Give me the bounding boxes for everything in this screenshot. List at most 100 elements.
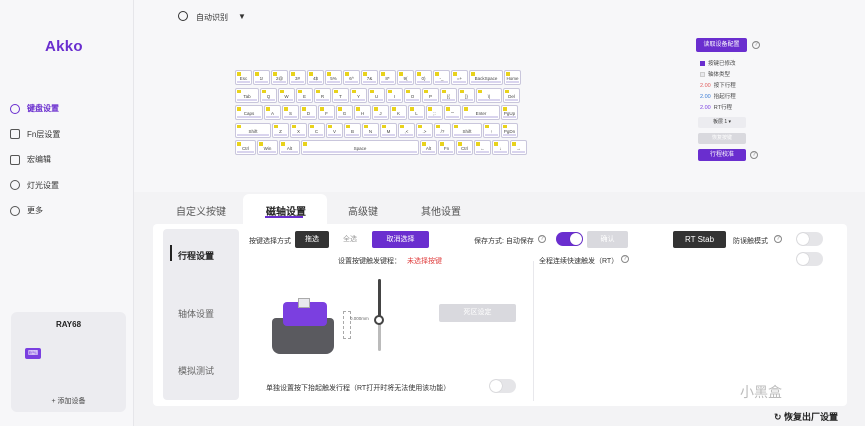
key[interactable]: Esc (235, 70, 252, 85)
key[interactable]: PgDn (501, 122, 518, 138)
key[interactable]: 9( (397, 70, 414, 85)
key[interactable]: -_ (433, 70, 450, 85)
key[interactable]: 3# (289, 70, 306, 85)
tab-advanced-keys[interactable]: 高级键 (348, 203, 378, 218)
travel-slider-handle[interactable] (374, 315, 384, 325)
help-icon[interactable]: ? (538, 235, 546, 243)
key[interactable]: D (300, 105, 317, 120)
help-icon[interactable]: ? (750, 151, 758, 159)
sidebar-item-lighting[interactable]: 灯光设置 (10, 173, 60, 199)
key[interactable]: ,< (398, 122, 415, 138)
key[interactable]: S (282, 105, 299, 120)
key[interactable]: /? (434, 122, 451, 138)
key[interactable]: 6^ (343, 70, 360, 85)
key[interactable]: B (344, 122, 361, 138)
key[interactable]: Alt (279, 140, 300, 155)
key[interactable]: M (380, 122, 397, 138)
key[interactable]: Tab (235, 87, 259, 103)
key[interactable]: 4$ (307, 70, 324, 85)
language-selector[interactable]: 自动识别 (196, 12, 228, 23)
factory-reset-button[interactable]: ↻ 恢复出厂设置 (774, 410, 838, 423)
subnav-travel[interactable]: 行程设置 (178, 249, 214, 262)
auto-save-toggle[interactable] (556, 232, 583, 246)
key[interactable]: Win (257, 140, 278, 155)
key[interactable]: C (308, 122, 325, 138)
sidebar-item-macro[interactable]: 宏编辑 (10, 147, 60, 173)
key[interactable]: O (404, 87, 421, 103)
confirm-button[interactable]: 确认 (587, 231, 628, 248)
key[interactable]: 0) (415, 70, 432, 85)
key[interactable]: 2@ (271, 70, 288, 85)
key[interactable]: T (332, 87, 349, 103)
key[interactable]: J (372, 105, 389, 120)
key[interactable]: K (390, 105, 407, 120)
cancel-select-button[interactable]: 取消选择 (372, 231, 429, 248)
caret-down-icon[interactable]: ▼ (238, 12, 246, 21)
key[interactable]: V (326, 122, 343, 138)
key[interactable]: U (368, 87, 385, 103)
key[interactable]: 8* (379, 70, 396, 85)
key[interactable]: Shift (452, 122, 482, 138)
anti-mistouch-toggle[interactable] (796, 232, 823, 246)
key[interactable]: '" (444, 105, 461, 120)
key[interactable]: Del (503, 87, 520, 103)
rt-continuous-toggle[interactable] (796, 252, 823, 266)
key[interactable]: \| (476, 87, 502, 103)
key[interactable]: Shift (235, 122, 271, 138)
key[interactable]: 5% (325, 70, 342, 85)
key[interactable]: L (408, 105, 425, 120)
key[interactable]: Y (350, 87, 367, 103)
key[interactable]: Q (260, 87, 277, 103)
device-card[interactable]: RAY68 ⌨ + 添加设备 (11, 312, 126, 412)
rt-stab-button[interactable]: RT Stab (673, 231, 726, 248)
key[interactable]: .> (416, 122, 433, 138)
layer-select[interactable]: 板层 1 ▾ (698, 117, 746, 128)
key[interactable]: Z (272, 122, 289, 138)
key[interactable]: =+ (451, 70, 468, 85)
key[interactable]: Ctrl (456, 140, 473, 155)
calibrate-button[interactable]: 行程校准 (698, 149, 746, 161)
select-all-button[interactable]: 全选 (335, 231, 365, 248)
subnav-switch[interactable]: 轴体设置 (178, 307, 214, 320)
key[interactable]: → (510, 140, 527, 155)
key[interactable]: Fn (438, 140, 455, 155)
key[interactable]: A (264, 105, 281, 120)
key[interactable]: BackSpace (469, 70, 503, 85)
key[interactable]: X (290, 122, 307, 138)
help-icon[interactable]: ? (774, 235, 782, 243)
sidebar-item-fn-layer[interactable]: Fn层设置 (10, 122, 60, 148)
key[interactable]: ;: (426, 105, 443, 120)
key[interactable]: G (336, 105, 353, 120)
separate-lift-toggle[interactable] (489, 379, 516, 393)
add-device-button[interactable]: + 添加设备 (11, 396, 126, 406)
key[interactable]: E (296, 87, 313, 103)
key[interactable]: R (314, 87, 331, 103)
key[interactable]: N (362, 122, 379, 138)
key[interactable]: F (318, 105, 335, 120)
sidebar-item-more[interactable]: 更多 (10, 198, 60, 224)
help-icon[interactable]: ? (752, 41, 760, 49)
key[interactable]: Caps (235, 105, 263, 120)
read-config-button[interactable]: 读取设备配置 (696, 38, 747, 52)
tab-other-settings[interactable]: 其他设置 (421, 203, 461, 218)
subnav-simulation[interactable]: 模拟测试 (178, 364, 214, 377)
key[interactable]: [{ (440, 87, 457, 103)
key[interactable]: Space (301, 140, 419, 155)
key[interactable]: 1! (253, 70, 270, 85)
pick-button[interactable]: 拖选 (295, 231, 329, 248)
key[interactable]: H (354, 105, 371, 120)
tab-custom-keys[interactable]: 自定义按键 (176, 203, 226, 218)
help-icon[interactable]: ? (621, 255, 629, 263)
restore-keys-button[interactable]: 恢复按键 (698, 133, 746, 144)
key[interactable]: Home (504, 70, 521, 85)
key[interactable]: Enter (462, 105, 500, 120)
deadzone-button[interactable]: 死区设定 (439, 304, 516, 322)
key[interactable]: ]} (458, 87, 475, 103)
key[interactable]: PgUp (501, 105, 518, 120)
key[interactable]: W (278, 87, 295, 103)
key[interactable]: P (422, 87, 439, 103)
key[interactable]: Ctrl (235, 140, 256, 155)
key[interactable]: 7& (361, 70, 378, 85)
key[interactable]: Alt (420, 140, 437, 155)
key[interactable]: ↑ (483, 122, 500, 138)
